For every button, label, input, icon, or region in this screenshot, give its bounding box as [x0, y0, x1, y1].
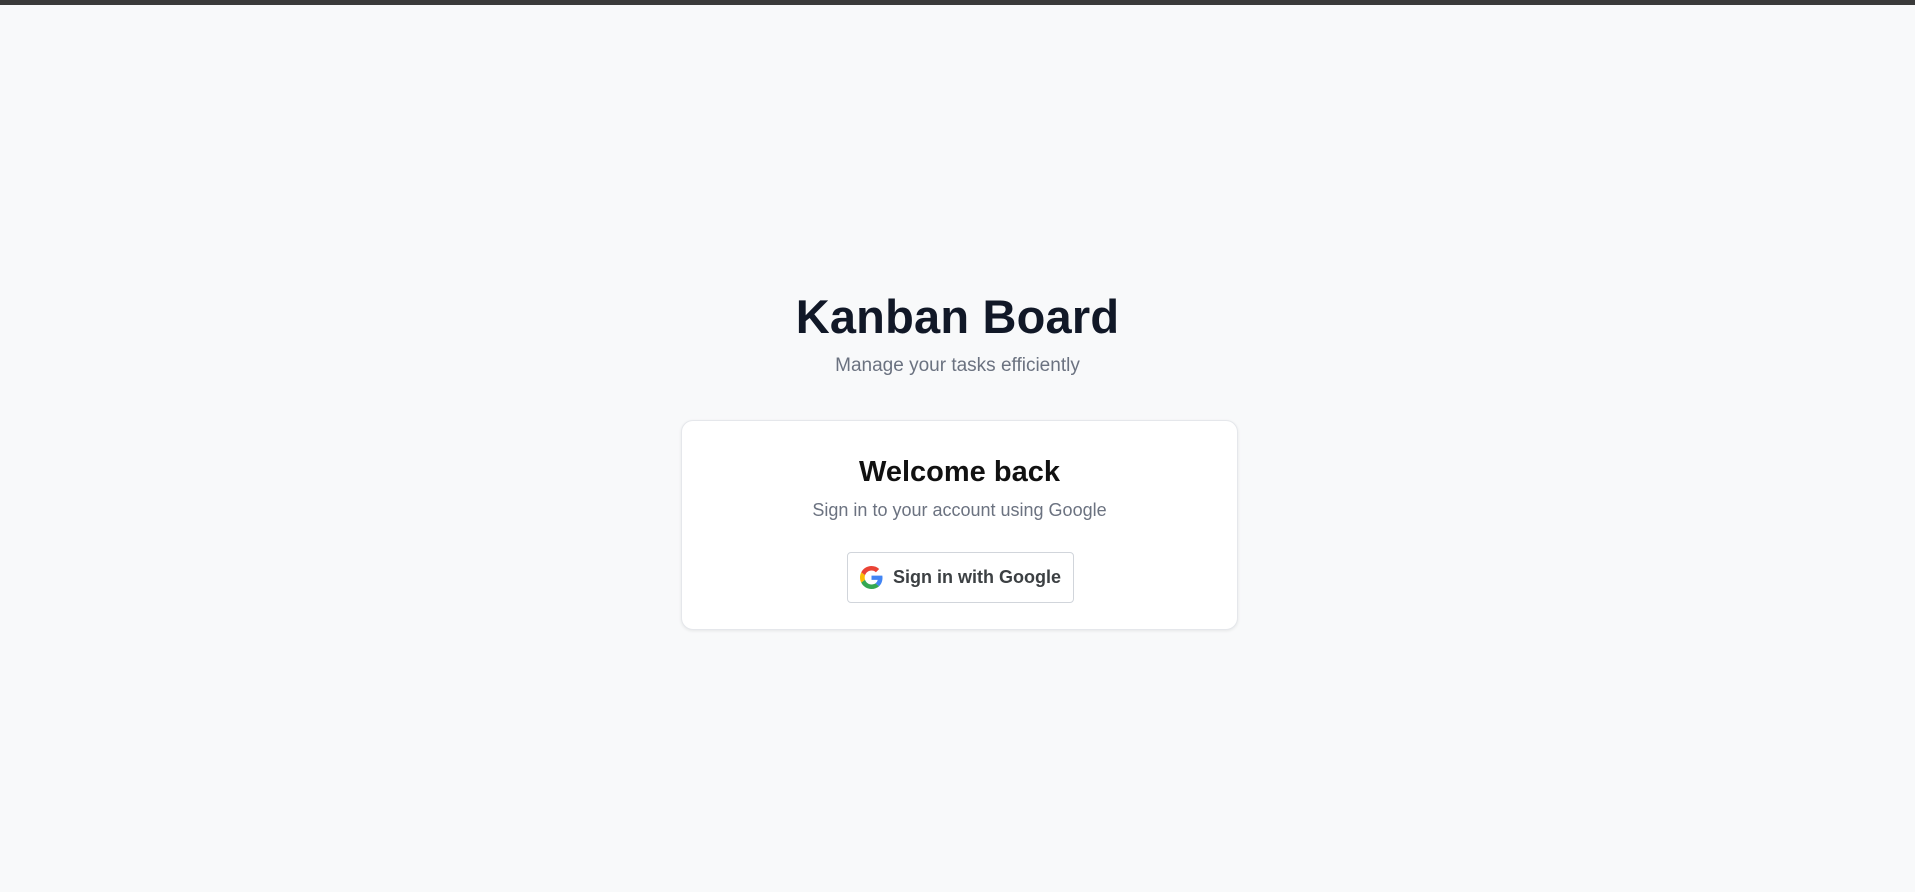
google-icon	[860, 566, 883, 589]
page-subtitle: Manage your tasks efficiently	[835, 355, 1080, 376]
card-title: Welcome back	[859, 456, 1060, 488]
login-card: Welcome back Sign in to your account usi…	[681, 420, 1238, 630]
sign-in-with-google-button[interactable]: Sign in with Google	[847, 552, 1074, 603]
page-title: Kanban Board	[795, 290, 1120, 343]
page-header: Kanban Board Manage your tasks efficient…	[0, 288, 1915, 378]
card-subtitle: Sign in to your account using Google	[812, 500, 1107, 520]
top-bar	[0, 0, 1915, 5]
google-button-label: Sign in with Google	[893, 567, 1061, 587]
